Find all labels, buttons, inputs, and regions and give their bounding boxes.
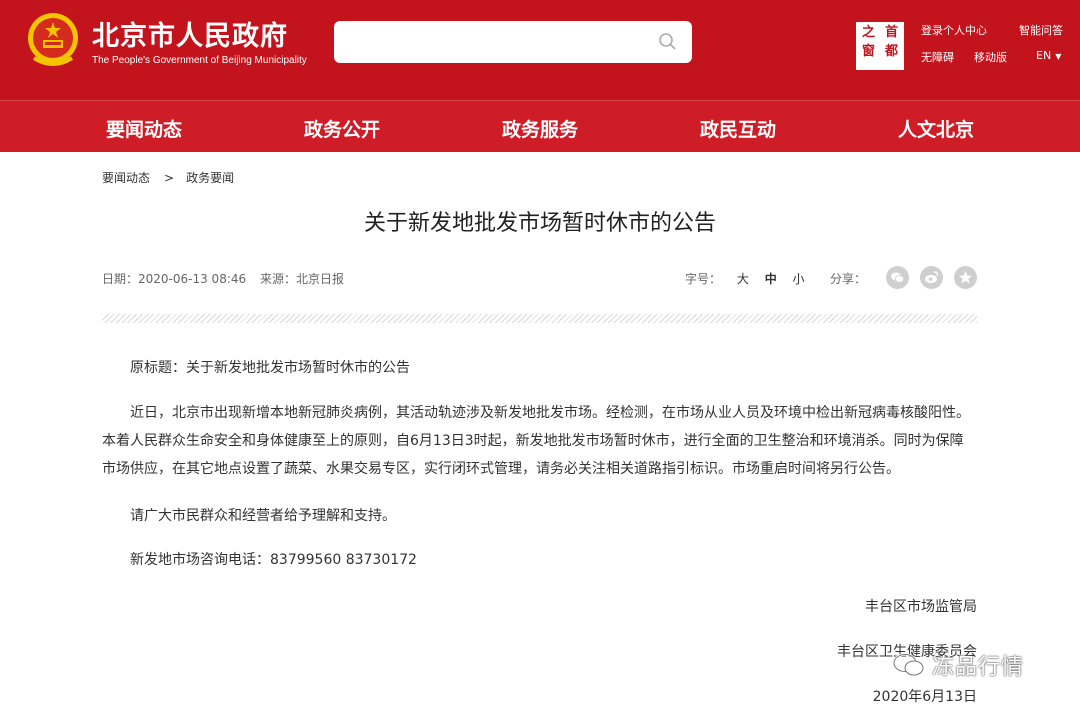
main-nav: 要闻动态 政务公开 政务服务 政民互动 人文北京 (0, 100, 1080, 152)
font-size-control: 字号： 大 中 小 (685, 270, 805, 287)
breadcrumb-item[interactable]: 政务要闻 (186, 171, 234, 185)
nav-item-news[interactable]: 要闻动态 (106, 115, 182, 142)
smart-qa-link[interactable]: 智能问答 (1019, 22, 1063, 38)
nav-item-services[interactable]: 政务服务 (502, 115, 578, 142)
signature-date: 2020年6月13日 (872, 689, 977, 705)
logo-char: 首 (884, 25, 898, 40)
nav-item-interaction[interactable]: 政民互动 (700, 115, 776, 142)
wechat-watermark-icon (892, 653, 924, 676)
site-subtitle: The People's Government of Beijing Munic… (92, 55, 307, 66)
logo-caption: Beijing-China (862, 64, 898, 70)
logo-char: 都 (884, 44, 898, 59)
signature-line: 丰台区市场监管局 (865, 599, 977, 615)
weibo-icon (925, 271, 939, 283)
mobile-link[interactable]: 移动版 (974, 49, 1007, 65)
breadcrumb-item[interactable]: 要闻动态 (102, 171, 150, 185)
nav-item-gov-affairs[interactable]: 政务公开 (304, 115, 380, 142)
accessibility-link[interactable]: 无障碍 (921, 49, 954, 65)
font-size-large[interactable]: 大 (737, 272, 749, 286)
search-icon[interactable] (658, 32, 678, 52)
font-size-label: 字号： (685, 272, 722, 286)
chevron-down-icon: ▼ (1055, 52, 1062, 61)
watermark-text: 冻品行情 (932, 655, 1025, 680)
article-paragraph: 原标题：关于新发地批发市场暂时休市的公告 (130, 360, 410, 376)
favorite-button[interactable] (954, 266, 977, 289)
font-size-medium[interactable]: 中 (765, 272, 777, 286)
search-input[interactable] (334, 21, 692, 63)
article-meta: 日期：2020-06-13 08:46 来源：北京日报 (102, 270, 354, 287)
article-paragraph: 近日，北京市出现新增本地新冠肺炎病例，其活动轨迹涉及新发地批发市场。经检测，在市… (102, 405, 970, 477)
share-label: 分享： (830, 272, 867, 286)
wechat-share-button[interactable] (886, 266, 909, 289)
breadcrumb-separator: > (164, 171, 175, 185)
site-title[interactable]: 北京市人民政府 (92, 14, 288, 53)
login-link[interactable]: 登录个人中心 (921, 22, 987, 38)
article-source: 来源：北京日报 (259, 272, 344, 286)
article-paragraph: 新发地市场咨询电话：83799560 83730172 (130, 552, 417, 568)
wechat-icon (891, 272, 905, 283)
language-label: EN (1036, 49, 1052, 62)
article-paragraph: 请广大市民群众和经营者给予理解和支持。 (130, 508, 396, 524)
logo-char: 之 (861, 25, 875, 40)
logo-char: 窗 (861, 44, 875, 59)
watermark: 冻品行情 (892, 645, 1024, 685)
national-emblem-icon[interactable] (24, 10, 82, 70)
article-title: 关于新发地批发市场暂时休市的公告 (363, 211, 716, 236)
weibo-share-button[interactable] (920, 266, 943, 289)
breadcrumb: 要闻动态 > 政务要闻 (102, 169, 240, 186)
star-icon (959, 271, 972, 284)
divider (102, 314, 977, 323)
language-selector[interactable]: EN ▼ (1036, 49, 1061, 62)
article-date: 日期：2020-06-13 08:46 (102, 272, 247, 286)
site-header: 北京市人民政府 The People's Government of Beiji… (0, 0, 1080, 100)
capital-window-logo[interactable]: 之 首 窗 都 (856, 22, 904, 70)
font-size-small[interactable]: 小 (793, 272, 805, 286)
nav-item-culture[interactable]: 人文北京 (898, 115, 974, 142)
